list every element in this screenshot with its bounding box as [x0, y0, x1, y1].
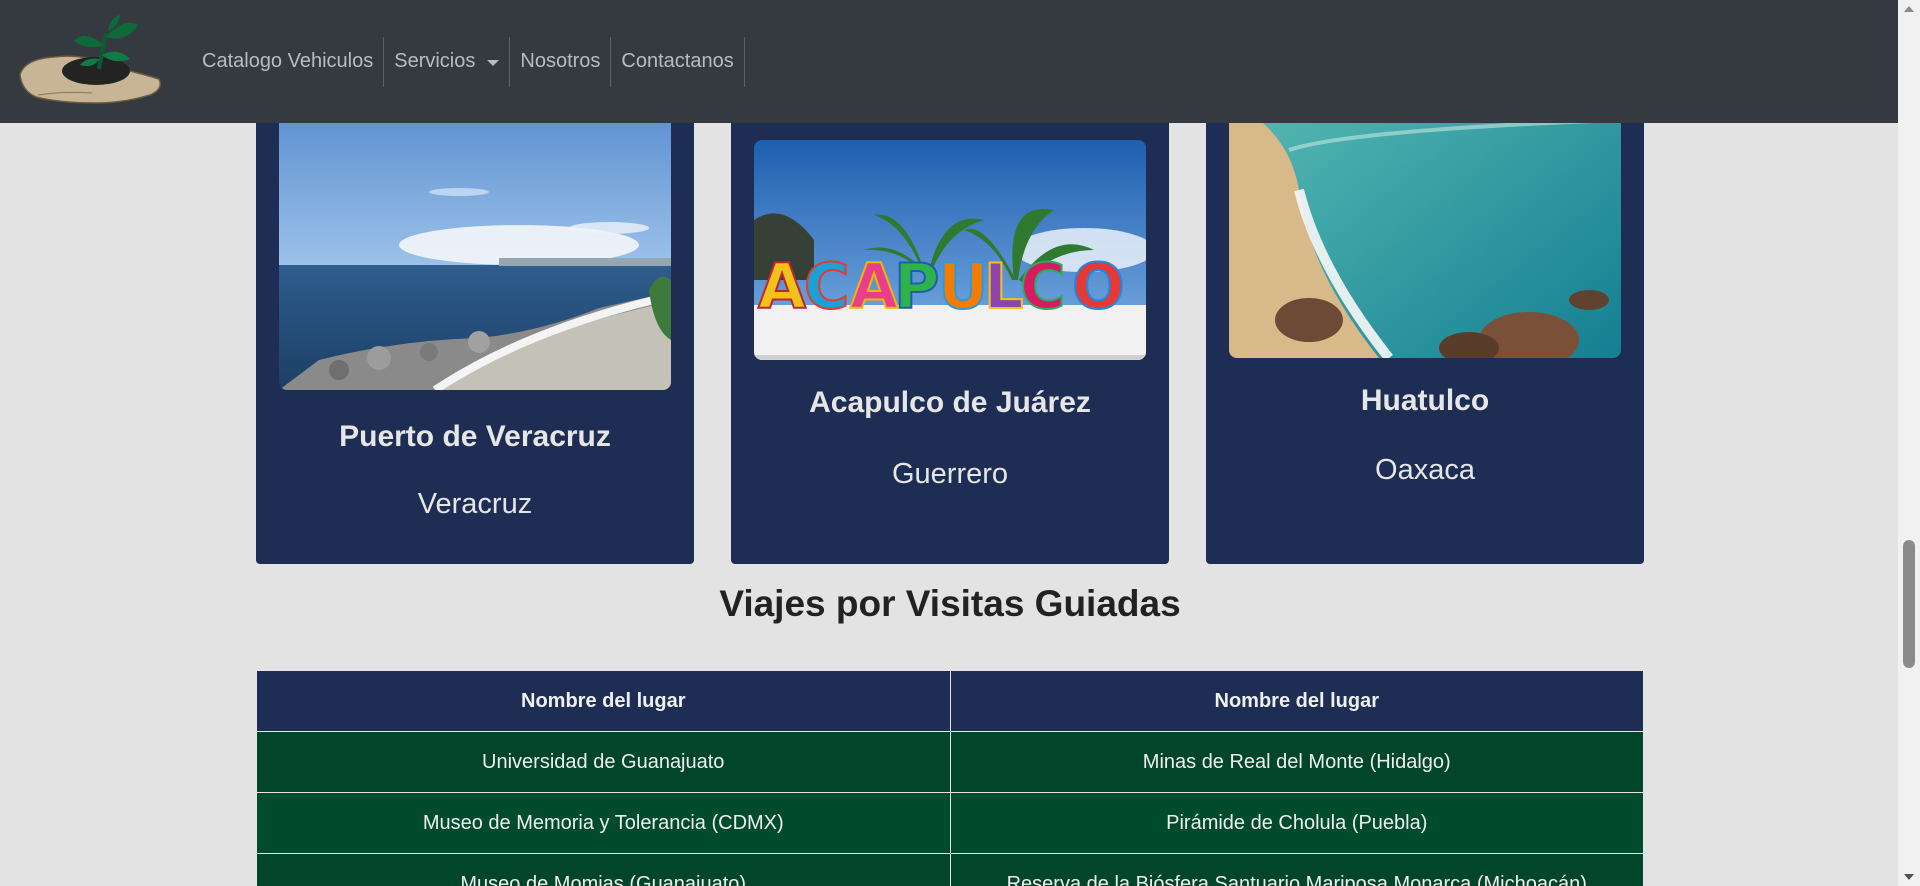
nav-item-servicios-dropdown[interactable]: Servicios [384, 36, 511, 87]
vertical-scrollbar[interactable] [1898, 0, 1920, 886]
card-title: Puerto de Veracruz [339, 420, 611, 453]
card-state: Veracruz [417, 488, 533, 520]
table-cell: Minas de Real del Monte (Hidalgo) [949, 731, 1644, 793]
table-cell: Universidad de Guanajuato [256, 731, 951, 793]
card-title: Huatulco [1360, 384, 1490, 417]
table-row: Museo de Momias (Guanajuato) Reserva de … [256, 853, 1644, 886]
nav-item-nosotros[interactable]: Nosotros [510, 36, 612, 87]
column-header: Nombre del lugar [949, 670, 1644, 732]
column-header: Nombre del lugar [256, 670, 951, 732]
brand-logo[interactable] [14, 7, 164, 117]
table-cell: Museo de Memoria y Tolerancia (CDMX) [256, 792, 951, 854]
scroll-down-arrow-icon[interactable] [1904, 874, 1914, 880]
card-state: Oaxaca [1375, 454, 1475, 486]
top-navbar: Catalogo Vehiculos Servicios Nosotros Co… [0, 0, 1898, 123]
guided-tours-table: Nombre del lugar Nombre del lugar Univer… [256, 670, 1644, 886]
section-heading: Viajes por Visitas Guiadas [719, 583, 1181, 624]
nav-item-catalogo-vehiculos[interactable]: Catalogo Vehiculos [192, 36, 385, 87]
nav-item-label: Catalogo Vehiculos [202, 50, 374, 72]
table-header-row: Nombre del lugar Nombre del lugar [256, 670, 1644, 732]
svg-text:L: L [984, 250, 1024, 323]
svg-text:P: P [894, 250, 939, 323]
card-state: Guerrero [891, 458, 1009, 490]
card-title: Acapulco de Juárez [809, 386, 1091, 419]
scroll-thumb[interactable] [1903, 540, 1915, 668]
scroll-up-arrow-icon[interactable] [1904, 6, 1914, 12]
nav-item-contactanos[interactable]: Contactanos [611, 36, 745, 87]
table-row: Universidad de Guanajuato Minas de Real … [256, 731, 1644, 793]
nav-item-label: Servicios [394, 50, 476, 72]
caret-down-icon [487, 59, 500, 66]
svg-text:C: C [1020, 250, 1066, 323]
table-row: Museo de Memoria y Tolerancia (CDMX) Pir… [256, 792, 1644, 854]
svg-text:A: A [850, 250, 898, 323]
svg-text:U: U [938, 250, 988, 323]
table-cell: Pirámide de Cholula (Puebla) [949, 792, 1644, 854]
svg-text:A: A [758, 250, 806, 323]
acapulco-photo: A C A P U L C O [754, 140, 1146, 360]
nav-menu: Catalogo Vehiculos Servicios Nosotros Co… [192, 36, 745, 87]
table-cell: Reserva de la Biósfera Santuario Maripos… [949, 853, 1644, 886]
svg-text:O: O [1072, 250, 1125, 323]
nav-item-label: Nosotros [520, 50, 601, 72]
svg-text:C: C [804, 250, 850, 323]
nav-item-label: Contactanos [621, 50, 734, 72]
table-cell: Museo de Momias (Guanajuato) [256, 853, 951, 886]
